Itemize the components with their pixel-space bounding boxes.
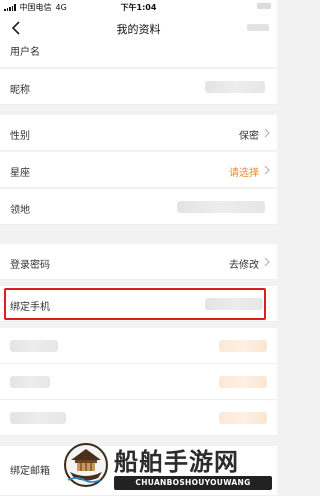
status-bar: 中国电信 4G 下午1:04 bbox=[0, 0, 277, 14]
blurred-label bbox=[10, 412, 66, 424]
row-nickname[interactable]: 昵称 bbox=[0, 69, 277, 105]
nickname-label: 昵称 bbox=[10, 85, 30, 96]
watermark-name: 船舶手游网 bbox=[114, 447, 239, 476]
chevron-right-icon bbox=[263, 165, 271, 175]
row-territory[interactable]: 领地 bbox=[0, 189, 277, 225]
status-time: 下午1:04 bbox=[120, 3, 157, 12]
bind-email-label: 绑定邮箱 bbox=[10, 466, 50, 477]
site-watermark: 船舶手游网 CHUANBOSHOUYOUWANG bbox=[60, 436, 277, 496]
status-icons-blurred bbox=[257, 3, 271, 9]
row-blurred-3[interactable] bbox=[0, 400, 277, 436]
password-label: 登录密码 bbox=[10, 260, 50, 271]
nav-right-action-blurred[interactable] bbox=[247, 24, 269, 31]
blurred-value bbox=[219, 412, 267, 424]
territory-label: 领地 bbox=[10, 205, 30, 216]
watermark-domain: CHUANBOSHOUYOUWANG bbox=[114, 476, 272, 490]
gender-value: 保密 bbox=[239, 131, 259, 142]
status-right bbox=[257, 3, 271, 9]
zodiac-value: 请选择 bbox=[229, 168, 259, 179]
nickname-value-blurred bbox=[205, 81, 265, 93]
row-zodiac[interactable]: 星座 请选择 bbox=[0, 152, 277, 188]
bind-phone-value-blurred bbox=[205, 298, 263, 310]
row-gender[interactable]: 性别 保密 bbox=[0, 115, 277, 151]
territory-value-blurred bbox=[177, 201, 265, 213]
profile-screen: 中国电信 4G 下午1:04 我的资料 用户名 昵称 性别 保密 星座 请选择 bbox=[0, 0, 277, 496]
gender-label: 性别 bbox=[10, 131, 30, 142]
blurred-value bbox=[219, 376, 267, 388]
chevron-right-icon bbox=[263, 128, 271, 138]
blurred-label bbox=[10, 376, 50, 388]
blurred-value bbox=[219, 340, 267, 352]
username-label: 用户名 bbox=[10, 47, 40, 58]
chevron-right-icon bbox=[263, 257, 271, 267]
row-blurred-2[interactable] bbox=[0, 364, 277, 400]
page-title: 我的资料 bbox=[116, 23, 161, 36]
password-value: 去修改 bbox=[229, 260, 259, 271]
boat-logo-icon bbox=[64, 443, 108, 487]
blurred-label bbox=[10, 340, 58, 352]
row-blurred-1[interactable] bbox=[0, 328, 277, 364]
bind-phone-label: 绑定手机 bbox=[10, 302, 50, 313]
row-password[interactable]: 登录密码 去修改 bbox=[0, 244, 277, 280]
row-bind-phone[interactable]: 绑定手机 bbox=[0, 286, 277, 322]
zodiac-label: 星座 bbox=[10, 168, 30, 179]
row-username[interactable]: 用户名 bbox=[0, 36, 277, 68]
